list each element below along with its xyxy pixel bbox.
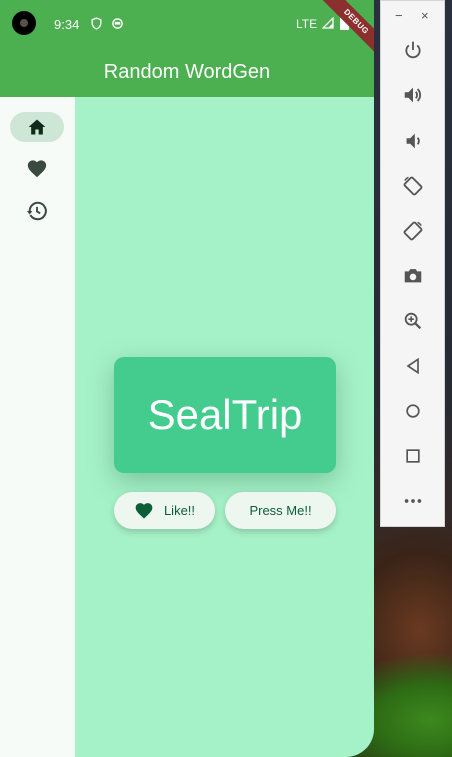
rotate-right-icon — [403, 221, 423, 241]
nav-favorites[interactable] — [10, 154, 64, 184]
history-icon — [26, 201, 47, 221]
status-time: 9:34 — [54, 17, 80, 32]
nav-home[interactable] — [10, 112, 64, 142]
minimize-button[interactable]: − — [395, 8, 403, 23]
home-button[interactable] — [399, 397, 427, 425]
volume-down-icon — [406, 133, 420, 149]
signal-icon — [322, 17, 334, 29]
press-label: Press Me!! — [249, 503, 312, 518]
back-icon — [406, 357, 419, 375]
network-label: LTE — [296, 17, 318, 31]
like-button[interactable]: Like!! — [114, 492, 215, 529]
nav-history[interactable] — [10, 196, 64, 226]
heart-icon — [135, 502, 153, 518]
app-bar: Random WordGen — [0, 48, 374, 97]
rotate-right-button[interactable] — [399, 217, 427, 245]
shield-icon — [91, 17, 102, 30]
phone-screen: 9:34 LTE Random WordGen DEBUG SealTrip L… — [0, 0, 374, 757]
app-title: Random WordGen — [103, 61, 271, 83]
power-button[interactable] — [399, 36, 427, 64]
rotate-left-button[interactable] — [399, 172, 427, 200]
volume-up-button[interactable] — [399, 81, 427, 109]
sync-icon — [112, 18, 123, 29]
zoom-icon — [404, 312, 422, 330]
heart-icon — [27, 160, 47, 178]
power-icon — [405, 41, 421, 59]
like-label: Like!! — [163, 503, 196, 518]
word-card: SealTrip — [114, 357, 336, 473]
close-button[interactable]: × — [421, 8, 429, 23]
volume-down-button[interactable] — [399, 127, 427, 155]
more-button[interactable] — [399, 487, 427, 515]
home-circle-icon — [406, 404, 420, 418]
home-icon — [28, 119, 46, 135]
zoom-button[interactable] — [399, 307, 427, 335]
status-bar: 9:34 LTE — [0, 0, 374, 48]
screenshot-button[interactable] — [399, 262, 427, 290]
emulator-toolbar: − × — [380, 0, 445, 527]
camera-cutout — [12, 11, 36, 35]
back-button[interactable] — [399, 352, 427, 380]
overview-button[interactable] — [399, 442, 427, 470]
rotate-left-icon — [403, 176, 423, 196]
press-me-button[interactable]: Press Me!! — [225, 492, 336, 529]
more-icon — [404, 499, 422, 503]
generated-word: SealTrip — [147, 391, 303, 438]
volume-up-icon — [404, 87, 422, 103]
overview-square-icon — [406, 449, 420, 463]
navigation-rail — [0, 97, 75, 757]
camera-icon — [404, 269, 422, 283]
